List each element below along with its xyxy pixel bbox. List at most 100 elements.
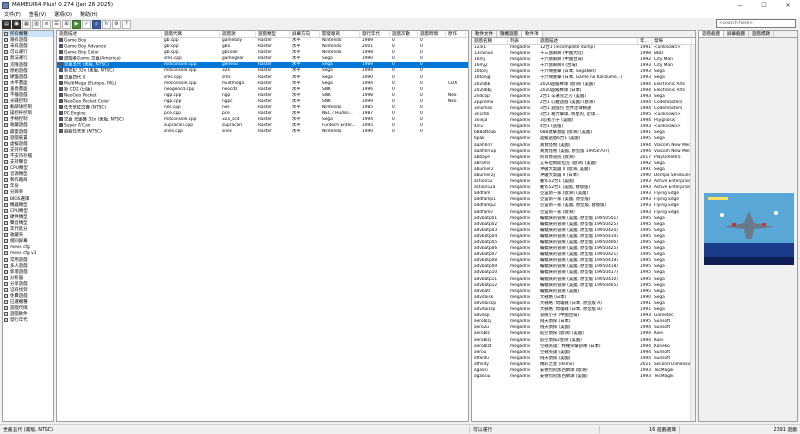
folder-icon [4,141,8,146]
settings-icon[interactable]: ⚙ [112,19,121,29]
game-icon [59,74,63,79]
table-row[interactable]: 超級任天堂 (NTSC) snes.cpp snes Raster 水平 Nintendo… [57,129,468,135]
game-icon [59,50,63,55]
game-icon [59,62,63,67]
folder-icon [4,74,8,79]
large-icons-icon[interactable]: ▦ [22,19,31,29]
game-screenshot [704,193,794,265]
folder-label: 遊戲代碼 [10,306,28,312]
menu-options[interactable]: 選項(O) [50,11,76,18]
list-icon[interactable]: ≡ [42,19,51,29]
folder-icon [4,38,8,43]
folder-label: 多人遊戲 [10,263,28,269]
menu-help[interactable]: 幫助(H) [76,11,102,18]
column-header[interactable]: 屏幕方向 [290,31,320,37]
cell-text: PC Engine [64,111,86,117]
folder-label: 新增遊戲 [10,269,28,275]
table-cell: snes.cpp [164,129,184,135]
folder-icon [4,123,8,128]
menu-view[interactable]: 查看(V) [25,11,50,18]
column-header[interactable]: 遊戲源 [220,31,256,37]
tab-screen-snap[interactable]: 屏幕截圖 [724,31,749,37]
column-header[interactable]: 遊戲描述 [538,38,638,44]
table-cell: Raster [258,129,272,135]
folder-label: 最愛遊戲 [10,129,28,135]
folder-label: 水平畫面 [10,80,28,86]
game-icon [59,68,63,73]
search-icon[interactable]: ⌕ [92,19,101,29]
column-header[interactable]: 年... [638,38,652,44]
column-header[interactable]: 發佈 [652,38,692,44]
cell-text: 新世紀 32x (美版, NTSC) [64,68,114,74]
folder-list-icon[interactable]: ▤ [2,19,11,29]
folder-icon [4,190,8,195]
help-icon[interactable]: ? [122,19,131,29]
search-input[interactable]: <search here> [716,19,796,28]
cell-text: Game Boy Color [64,50,99,56]
folder-icon [4,32,8,37]
column-header[interactable]: 原作 [446,31,466,37]
cell-text: Game Boy Advance [64,44,107,50]
tab-game-snap[interactable]: 遊戲截圖 [699,31,724,37]
table-cell: 0 [420,129,423,135]
play-icon[interactable]: ▶ [72,19,81,29]
folder-icon [4,147,8,152]
folder-label: 年份 [10,184,19,190]
maximize-button[interactable]: ☐ [752,0,776,10]
folder-label: 無法運行 [10,56,28,62]
folder-icon [4,99,8,104]
small-icons-icon[interactable]: ▥ [32,19,41,29]
folder-icon [4,318,8,323]
tab-game-title[interactable]: 遊戲標題 [749,31,774,37]
folder-label: 不支持存檔 [10,153,32,159]
menu-file[interactable]: 文件(F) [0,11,25,18]
column-header[interactable]: 列表 [508,38,538,44]
column-header[interactable]: 發行年代 [360,31,390,37]
toolbar: ▤ ▣ ▦ ▥ ≡ ☰ ⊞ ▶ ✓ ⌕ ↻ ⚙ ? [0,18,800,30]
column-header[interactable]: 遊戲代碼 [162,31,220,37]
folder-label: CPU類型 [10,208,28,214]
folder-label: mess cfg v1 [10,250,37,256]
folder-icon [4,86,8,91]
details-icon[interactable]: ☰ [52,19,61,29]
tab-software-files[interactable]: 軟件文件 [472,31,497,37]
folder-icon [4,227,8,232]
software-scrollbar[interactable] [690,45,695,421]
table-cell: snes [222,129,232,135]
status-state: 可以運行 [470,426,600,433]
tab-software-items[interactable]: 軟件項 [522,31,543,37]
list-item[interactable]: agassiu megadriv 安德烈阿加西網球 (美國) 1993 TecMagik [472,374,695,380]
folder-label: 隨有遊戲 [10,38,28,44]
folder-icon [4,263,8,268]
cell-text: 新 CD2 (日版) [64,87,93,93]
column-header[interactable]: 遊戲描述 [57,31,162,37]
cell-text: 超級任天堂 (NTSC) [64,129,102,135]
folder-label: 硬盤遊戲 [10,74,28,80]
tab-random-games[interactable]: 隨機遊戲 [497,31,522,37]
status-total: 2391 遊戲 [773,428,797,433]
table-cell: 0 [392,129,395,135]
screenshot-icon[interactable]: ▣ [12,19,21,29]
folder-label: 光碟控制 [10,99,28,105]
game-icon [59,92,63,97]
column-header[interactable]: 遊戲次數 [390,31,418,37]
folder-label: 所有機種 [10,32,28,38]
folder-label: 可以運行 [10,50,28,56]
folder-icon [4,257,8,262]
folder-item[interactable]: 發行年代 [3,317,53,323]
folder-label: 支持聲音 [10,160,28,166]
folder-icon [4,220,8,225]
column-header[interactable]: 開發廠商 [320,31,360,37]
column-header[interactable]: 遊戲時間 [418,31,446,37]
refresh-icon[interactable]: ↻ [102,19,111,29]
minimize-button[interactable]: — [728,0,752,10]
close-button[interactable]: ✕ [776,0,800,10]
audit-icon[interactable]: ✓ [82,19,91,29]
column-header[interactable]: 遊戲類型 [256,31,290,37]
grouped-icon[interactable]: ⊞ [62,19,71,29]
folder-icon [4,172,8,177]
status-bar: 世嘉五代 (美版, NTSC) 可以運行 16 遊戲選擇 2391 遊戲 [0,424,800,434]
column-header[interactable]: 遊戲名稱 [472,38,508,44]
folder-label: BIOS選擇 [10,196,30,202]
folder-icon [4,56,8,61]
